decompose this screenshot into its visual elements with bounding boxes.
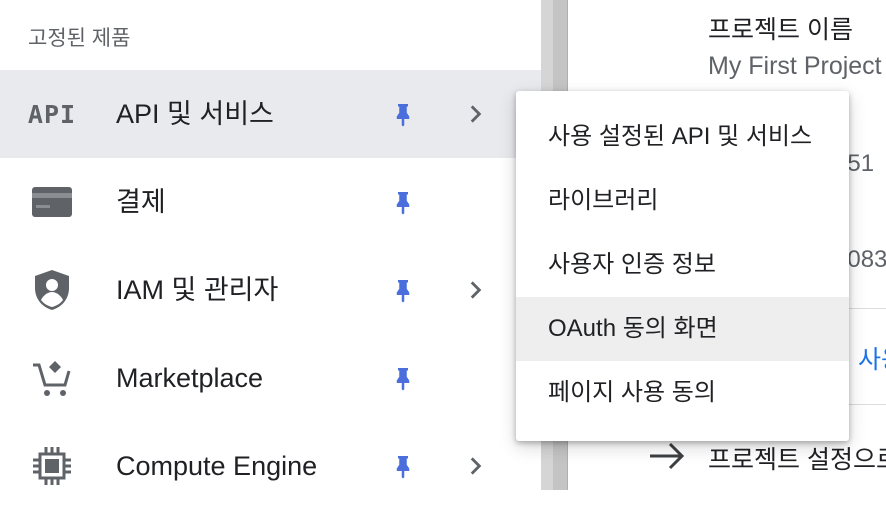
cart-icon bbox=[30, 358, 74, 398]
nav-item-label: Compute Engine bbox=[116, 451, 318, 481]
submenu-item-label: OAuth 동의 화면 bbox=[548, 315, 718, 342]
partial-link[interactable]: 사용 bbox=[858, 340, 886, 376]
submenu-item-oauth-consent[interactable]: OAuth 동의 화면 bbox=[516, 297, 849, 361]
api-services-submenu: 사용 설정된 API 및 서비스 라이브러리 사용자 인증 정보 OAuth 동… bbox=[516, 91, 849, 441]
api-icon: API bbox=[27, 99, 77, 129]
nav-item-label: IAM 및 관리자 bbox=[116, 275, 279, 305]
section-title: 고정된 제품 bbox=[28, 27, 131, 50]
pin-icon[interactable] bbox=[388, 363, 418, 393]
shield-user-icon bbox=[30, 270, 74, 310]
chevron-right-icon[interactable] bbox=[462, 453, 488, 479]
nav-item-iam-admin[interactable]: IAM 및 관리자 bbox=[0, 246, 541, 334]
nav-item-compute-engine[interactable]: Compute Engine bbox=[0, 422, 541, 510]
submenu-item-label: 사용 설정된 API 및 서비스 bbox=[548, 123, 813, 150]
nav-item-marketplace[interactable]: Marketplace bbox=[0, 334, 541, 422]
nav-item-label: 결제 bbox=[116, 187, 166, 217]
submenu-item-label: 사용자 인증 정보 bbox=[548, 251, 716, 278]
pin-icon[interactable] bbox=[388, 99, 418, 129]
nav-item-billing[interactable]: 결제 bbox=[0, 158, 541, 246]
nav-item-api-services[interactable]: API API 및 서비스 bbox=[0, 70, 541, 158]
chevron-right-icon[interactable] bbox=[462, 101, 488, 127]
nav-item-label: Marketplace bbox=[116, 363, 264, 393]
pin-icon[interactable] bbox=[388, 451, 418, 481]
nav-item-label: API 및 서비스 bbox=[116, 99, 274, 129]
submenu-item-label: 페이지 사용 동의 bbox=[548, 379, 716, 406]
chip-icon bbox=[30, 446, 74, 486]
chevron-right-icon[interactable] bbox=[462, 277, 488, 303]
submenu-item-enabled-apis[interactable]: 사용 설정된 API 및 서비스 bbox=[516, 105, 849, 169]
submenu-item-library[interactable]: 라이브러리 bbox=[516, 169, 849, 233]
credit-card-icon bbox=[30, 182, 74, 222]
submenu-item-label: 라이브러리 bbox=[548, 187, 659, 214]
pinned-products-nav: 고정된 제품 API API 및 서비스 결제 IAM 및 관리자 Market… bbox=[0, 0, 541, 490]
pin-icon[interactable] bbox=[388, 187, 418, 217]
submenu-item-page-usage-agreement[interactable]: 페이지 사용 동의 bbox=[516, 361, 849, 425]
project-name-value: My First Project bbox=[708, 52, 882, 80]
project-settings-label: 프로젝트 설정으로 bbox=[708, 446, 886, 474]
pin-icon[interactable] bbox=[388, 275, 418, 305]
submenu-item-credentials[interactable]: 사용자 인증 정보 bbox=[516, 233, 849, 297]
project-name-label: 프로젝트 이름 bbox=[708, 16, 853, 44]
arrow-right-icon bbox=[650, 442, 685, 470]
